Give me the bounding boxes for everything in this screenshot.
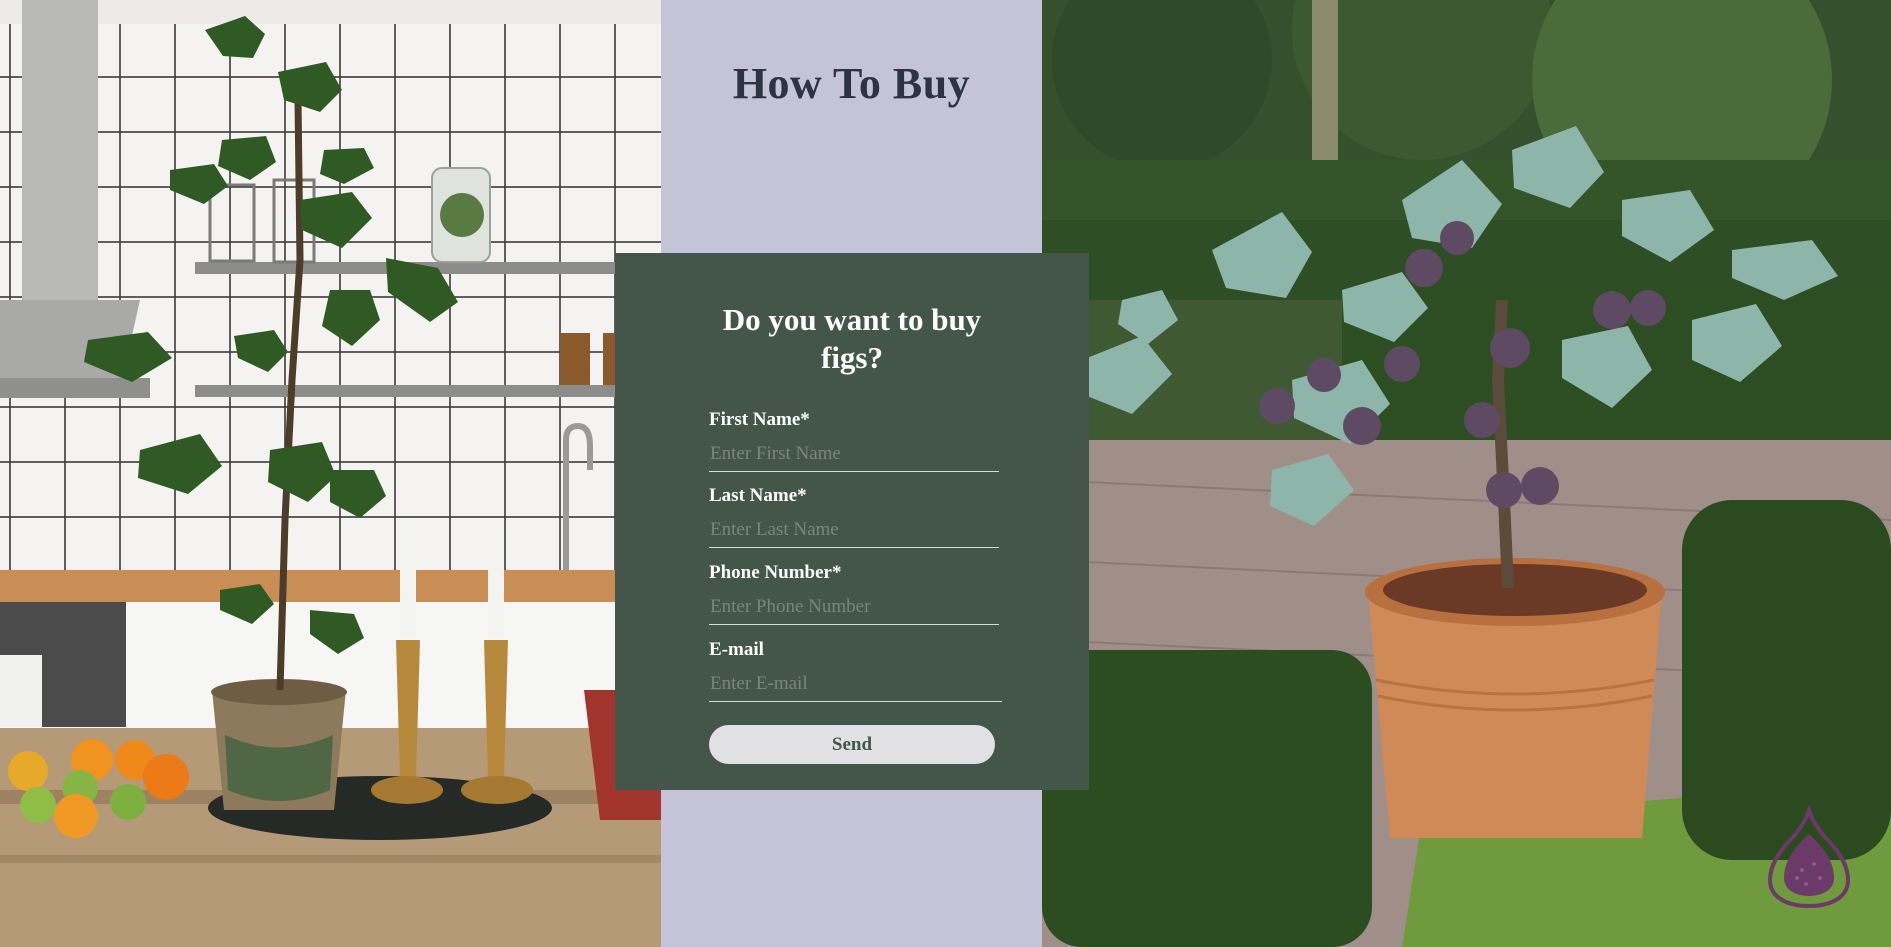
kitchen-fig-photo: [0, 0, 661, 947]
page-title: How To Buy: [732, 59, 971, 108]
phone-number-field: Phone Number*: [709, 561, 999, 625]
form-heading: Do you want to buy figs?: [615, 301, 1089, 377]
first-name-input[interactable]: [709, 436, 999, 472]
phone-number-input[interactable]: [709, 589, 999, 625]
form-heading-line-2: figs?: [821, 340, 883, 375]
send-button[interactable]: Send: [709, 725, 995, 764]
first-name-field: First Name*: [709, 408, 999, 472]
email-label: E-mail: [709, 639, 764, 660]
email-field: E-mail: [709, 638, 1002, 702]
form-heading-line-1: Do you want to buy: [722, 302, 982, 337]
fig-logo-icon[interactable]: [1764, 803, 1854, 910]
email-input[interactable]: [709, 666, 1002, 702]
phone-number-label: Phone Number*: [709, 562, 842, 583]
buy-figs-form: Do you want to buy figs? First Name* Las…: [615, 253, 1089, 790]
last-name-label: Last Name*: [709, 485, 807, 506]
last-name-field: Last Name*: [709, 484, 999, 548]
first-name-label: First Name*: [709, 409, 810, 430]
garden-fig-photo: [1042, 0, 1891, 947]
last-name-input[interactable]: [709, 512, 999, 548]
